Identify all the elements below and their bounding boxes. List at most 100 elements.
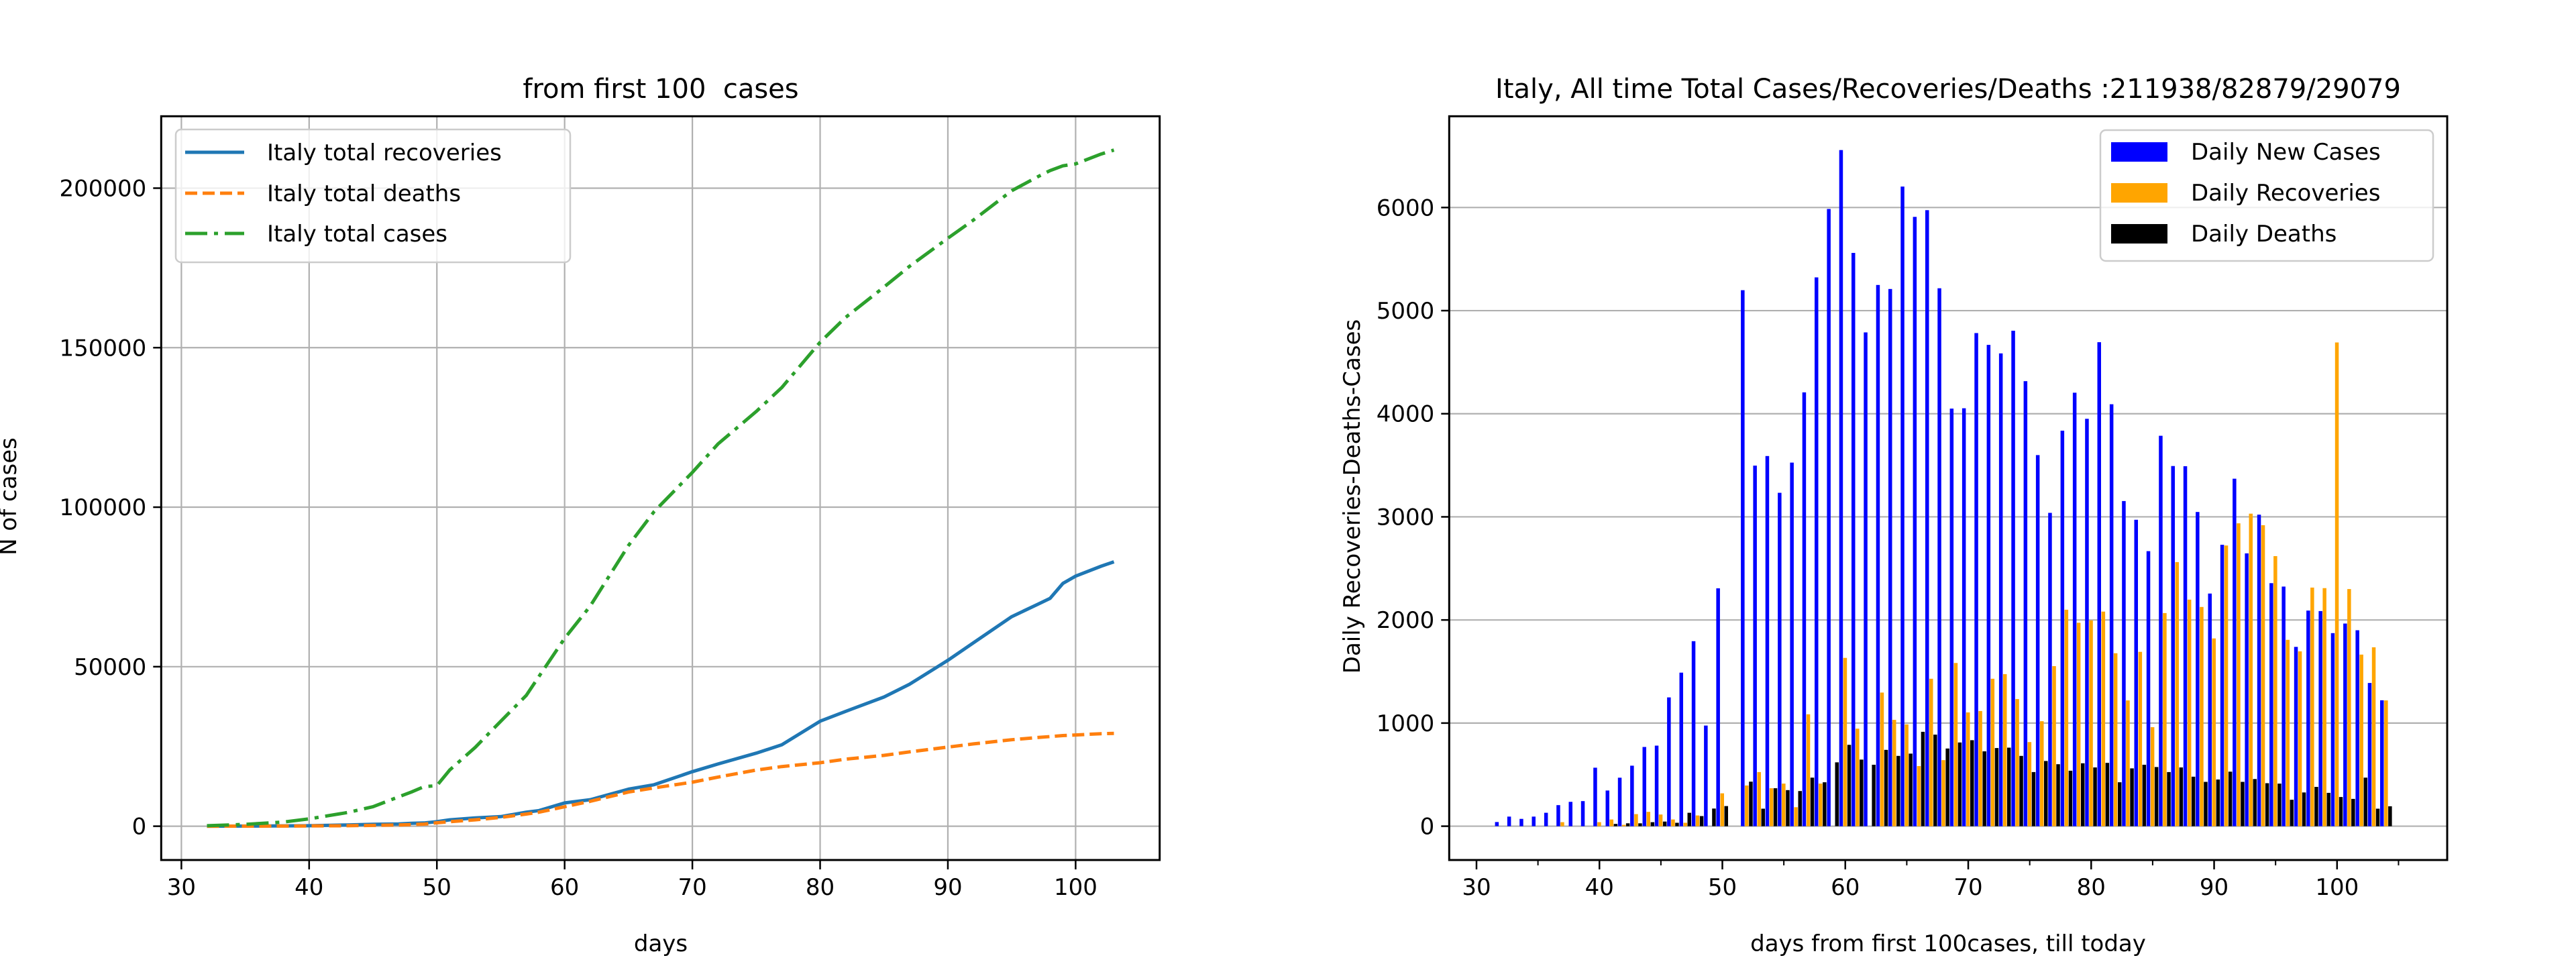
bar-daily-deaths — [1896, 755, 1900, 826]
bar-daily-deaths — [2265, 783, 2269, 826]
x-tick-label: 30 — [1462, 874, 1491, 901]
bar-daily-recoveries — [2163, 612, 2167, 826]
bar-daily-recoveries — [1892, 720, 1896, 826]
bar-daily-deaths — [1662, 821, 1667, 826]
bar-daily-new-cases — [1667, 697, 1671, 826]
x-tick-label: 40 — [1585, 874, 1614, 901]
bar-daily-new-cases — [1962, 408, 1966, 826]
bar-daily-deaths — [2228, 771, 2233, 826]
legend-label-new-cases: Daily New Cases — [2191, 139, 2381, 166]
bar-daily-deaths — [1994, 748, 1999, 826]
bar-daily-deaths — [2253, 779, 2257, 826]
legend-swatch-deaths-daily — [2111, 224, 2167, 244]
bar-daily-new-cases — [1913, 217, 1917, 826]
bar-daily-new-cases — [2343, 623, 2347, 826]
bar-daily-deaths — [2179, 767, 2184, 826]
bar-daily-new-cases — [2085, 419, 2089, 826]
bar-daily-new-cases — [2159, 435, 2163, 826]
bar-daily-recoveries — [2200, 606, 2204, 826]
bar-daily-recoveries — [2310, 587, 2314, 826]
bar-daily-deaths — [1847, 745, 1851, 826]
bar-daily-recoveries — [2322, 588, 2326, 826]
bar-daily-new-cases — [1765, 455, 1770, 826]
bar-daily-deaths — [1675, 822, 1679, 826]
bar-daily-new-cases — [2208, 593, 2212, 826]
bar-daily-recoveries — [1794, 807, 1798, 826]
bar-daily-new-cases — [2109, 404, 2114, 826]
y-tick-label: 0 — [1420, 814, 1435, 841]
bar-daily-recoveries — [2113, 653, 2118, 826]
right-legend: Daily New Cases Daily Recoveries Daily D… — [2099, 129, 2434, 262]
bar-daily-new-cases — [1507, 816, 1511, 826]
x-tick-label: 50 — [1708, 874, 1737, 901]
bar-daily-new-cases — [1802, 392, 1807, 826]
bar-daily-recoveries — [1720, 793, 1724, 826]
bar-daily-new-cases — [1937, 288, 1941, 826]
bar-daily-new-cases — [1864, 332, 1868, 826]
bar-daily-deaths — [1823, 782, 1827, 826]
bar-daily-deaths — [1773, 788, 1778, 826]
bar-daily-new-cases — [1900, 186, 1904, 826]
bar-daily-new-cases — [1839, 150, 1843, 826]
bar-daily-deaths — [1921, 731, 1925, 826]
bar-daily-recoveries — [2064, 609, 2069, 826]
bar-daily-recoveries — [2089, 620, 2093, 826]
x-tick-label: 80 — [2077, 874, 2106, 901]
legend-label-deaths: Italy total deaths — [267, 180, 461, 207]
bar-daily-new-cases — [2355, 630, 2359, 826]
bar-daily-deaths — [2204, 782, 2208, 826]
bar-daily-new-cases — [2245, 553, 2249, 826]
bar-daily-deaths — [1724, 806, 1728, 826]
bar-daily-recoveries — [1966, 712, 1970, 826]
bar-daily-deaths — [2363, 777, 2367, 826]
bar-daily-new-cases — [1986, 345, 1991, 826]
bar-daily-deaths — [2216, 780, 2220, 826]
bar-daily-recoveries — [1609, 819, 1613, 826]
bar-daily-new-cases — [2306, 610, 2310, 826]
bar-daily-new-cases — [2196, 512, 2200, 826]
bar-daily-deaths — [2290, 800, 2294, 826]
bar-daily-deaths — [2068, 770, 2073, 826]
bar-daily-recoveries — [1646, 812, 1650, 826]
bar-daily-recoveries — [1904, 724, 1909, 826]
y-tick-label: 50000 — [74, 654, 146, 681]
bar-daily-new-cases — [2380, 700, 2384, 826]
bar-daily-new-cases — [2233, 478, 2237, 826]
x-tick-label: 50 — [423, 874, 451, 901]
y-tick-label: 4000 — [1377, 401, 1435, 428]
bar-daily-deaths — [1810, 777, 1815, 826]
bar-daily-recoveries — [2359, 654, 2363, 826]
x-tick-label: 90 — [2200, 874, 2229, 901]
bar-daily-new-cases — [1753, 466, 1757, 826]
y-tick-label: 150000 — [60, 335, 147, 362]
bar-daily-deaths — [1835, 762, 1839, 826]
bar-daily-new-cases — [1925, 210, 1929, 826]
bar-daily-new-cases — [1888, 288, 1892, 826]
bar-daily-recoveries — [1990, 678, 1995, 826]
bar-daily-new-cases — [1568, 802, 1572, 826]
bar-daily-deaths — [1933, 735, 1937, 826]
bar-daily-new-cases — [2011, 331, 2015, 826]
bar-daily-new-cases — [1605, 790, 1609, 826]
bar-daily-deaths — [2031, 771, 2036, 826]
bar-daily-recoveries — [2384, 700, 2388, 826]
x-tick-label: 30 — [167, 874, 196, 901]
bar-daily-new-cases — [1617, 777, 1622, 826]
y-tick-label: 2000 — [1377, 607, 1435, 634]
bar-daily-new-cases — [1778, 492, 1782, 826]
bar-daily-recoveries — [2015, 699, 2019, 826]
bar-daily-deaths — [2007, 747, 2011, 826]
bar-daily-recoveries — [1683, 822, 1687, 826]
y-tick-label: 1000 — [1377, 710, 1435, 737]
bar-daily-deaths — [2191, 776, 2196, 826]
bar-daily-new-cases — [1876, 284, 1880, 826]
bar-daily-new-cases — [1495, 822, 1499, 826]
y-tick-label: 0 — [132, 814, 147, 841]
bar-daily-recoveries — [1917, 766, 1921, 826]
legend-swatch-recoveries-daily — [2111, 183, 2167, 203]
bar-daily-recoveries — [2101, 611, 2106, 826]
bar-daily-deaths — [2302, 792, 2306, 826]
bar-daily-new-cases — [2257, 515, 2261, 826]
bar-daily-deaths — [2105, 763, 2110, 826]
bar-daily-recoveries — [1843, 657, 1847, 826]
